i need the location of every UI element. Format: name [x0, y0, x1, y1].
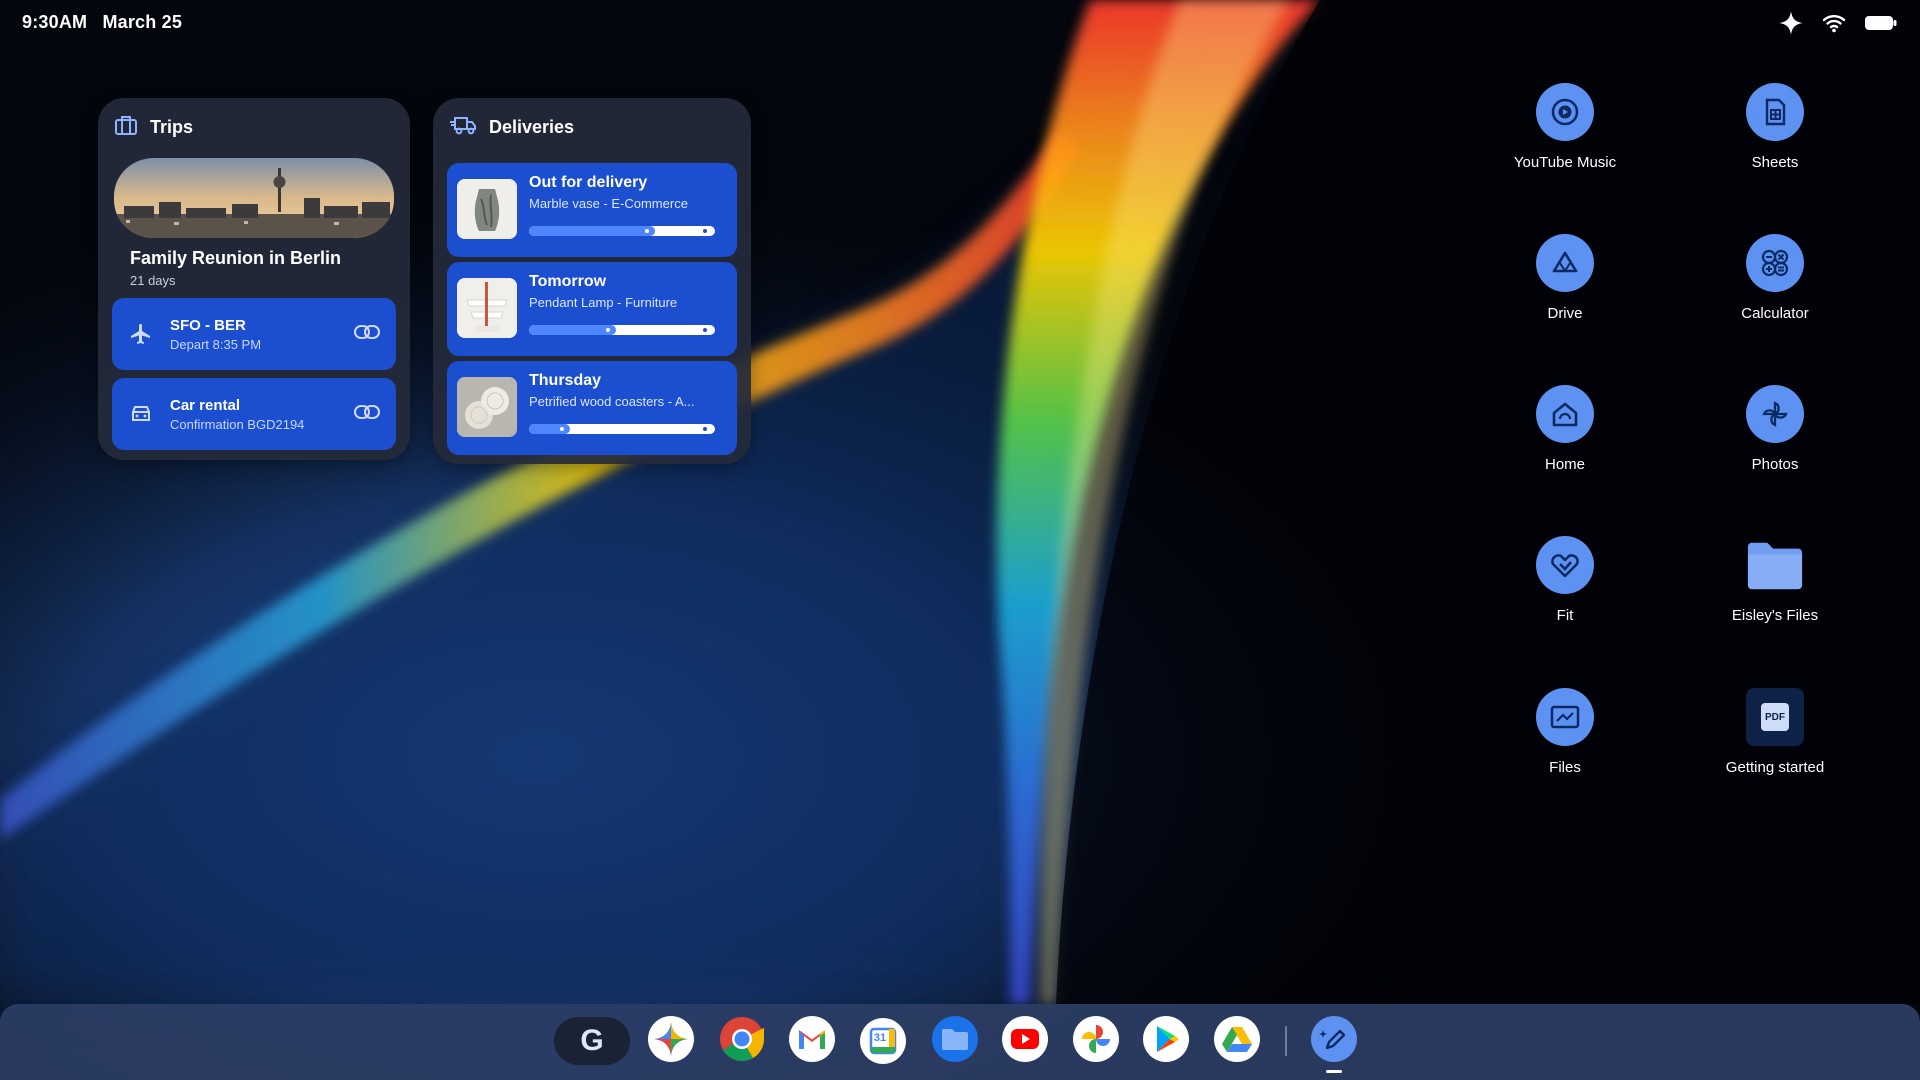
battery-icon	[1864, 13, 1898, 38]
gemini-icon	[648, 1015, 694, 1067]
airplane-icon	[128, 322, 154, 346]
dock-files[interactable]	[932, 1015, 978, 1067]
flight-departure: Depart 8:35 PM	[170, 336, 262, 352]
dock-play-store[interactable]	[1143, 1015, 1189, 1067]
sheets-icon	[1746, 83, 1804, 141]
dock-separator	[1285, 1026, 1287, 1056]
trip-countdown: 21 days	[130, 273, 176, 288]
delivery-status: Tomorrow	[529, 273, 607, 290]
delivery-progress	[529, 424, 715, 434]
car-rental-title: Car rental	[170, 396, 241, 414]
trips-header: Trips	[114, 114, 193, 141]
app-label: Calculator	[1741, 305, 1809, 322]
dock-gmail[interactable]	[789, 1015, 835, 1067]
status-tray[interactable]	[1778, 10, 1898, 41]
trip-title[interactable]: Family Reunion in Berlin	[130, 248, 341, 269]
dock-chrome[interactable]	[719, 1016, 765, 1067]
photos-icon	[1746, 385, 1804, 443]
gmail-icon	[789, 1015, 835, 1067]
flight-card[interactable]: SFO - BER Depart 8:35 PM	[112, 298, 396, 370]
app-label: Home	[1544, 456, 1585, 473]
chrome-icon	[719, 1016, 765, 1067]
dock-canvas[interactable]	[1311, 1015, 1357, 1067]
app-label: Photos	[1751, 456, 1799, 473]
trips-title: Trips	[150, 117, 194, 137]
app-getting-started[interactable]: PDF Getting started	[1705, 688, 1845, 777]
files-icon	[1536, 688, 1594, 746]
dock-calendar[interactable]: 31	[860, 1018, 906, 1064]
launcher-button[interactable]: G	[554, 1017, 630, 1065]
delivery-item-name: Marble vase - E-Commerce	[529, 196, 688, 211]
car-rental-confirmation: Confirmation BGD2194	[170, 416, 305, 432]
delivery-status: Out for delivery	[529, 174, 648, 191]
delivery-truck-icon	[449, 114, 477, 141]
wood-coasters-thumbnail	[457, 377, 517, 437]
trips-widget[interactable]: Trips Family Reunion in Berlin 21 days S…	[98, 98, 410, 460]
delivery-progress	[529, 226, 715, 236]
drive-icon	[1536, 234, 1594, 292]
youtube-music-icon	[1536, 83, 1594, 141]
app-eisleys-files[interactable]: Eisley's Files	[1705, 536, 1845, 625]
app-youtube-music[interactable]: YouTube Music	[1495, 83, 1635, 172]
app-photos[interactable]: Photos	[1705, 385, 1845, 474]
app-files[interactable]: Files	[1495, 688, 1635, 777]
app-fit[interactable]: Fit	[1495, 536, 1635, 625]
folder-icon	[1746, 536, 1804, 594]
wifi-icon	[1822, 13, 1846, 38]
app-label: YouTube Music	[1513, 154, 1617, 171]
dock-drive[interactable]	[1214, 1015, 1260, 1067]
car-rental-card[interactable]: Car rental Confirmation BGD2194	[112, 378, 396, 450]
app-drive[interactable]: Drive	[1495, 234, 1635, 323]
deliveries-widget[interactable]: Deliveries Out for delivery Marble vase …	[433, 98, 751, 464]
status-date: March 25	[102, 12, 183, 32]
delivery-item-name: Petrified wood coasters - A...	[529, 394, 695, 409]
dock-youtube[interactable]	[1002, 1015, 1048, 1067]
berlin-skyline-image[interactable]	[114, 158, 394, 238]
app-label: Sheets	[1751, 154, 1799, 171]
link-icon[interactable]	[354, 324, 380, 344]
status-bar-clock[interactable]: 9:30AM March 25	[22, 12, 192, 33]
home-icon	[1536, 385, 1594, 443]
marble-vase-thumbnail	[457, 179, 517, 239]
car-icon	[128, 403, 154, 425]
calendar-day: 31	[873, 1032, 887, 1044]
app-calculator[interactable]: Calculator	[1705, 234, 1845, 323]
pdf-badge: PDF	[1761, 703, 1789, 731]
delivery-item-name: Pendant Lamp - Furniture	[529, 295, 678, 310]
dock-photos[interactable]	[1073, 1015, 1119, 1067]
calendar-icon: 31	[860, 1018, 906, 1064]
play-store-icon	[1143, 1015, 1189, 1067]
delivery-item[interactable]: Tomorrow Pendant Lamp - Furniture	[447, 262, 737, 356]
app-home[interactable]: Home	[1495, 385, 1635, 474]
calculator-icon	[1746, 234, 1804, 292]
deliveries-title: Deliveries	[489, 117, 575, 137]
flight-route: SFO - BER	[170, 316, 246, 334]
dock-gemini[interactable]	[648, 1015, 694, 1067]
files-folder-icon	[932, 1015, 978, 1067]
app-label: Drive	[1547, 305, 1583, 322]
fit-icon	[1536, 536, 1594, 594]
status-time: 9:30AM	[22, 12, 88, 32]
link-icon[interactable]	[354, 404, 380, 424]
deliveries-header: Deliveries	[449, 114, 574, 141]
app-label: Eisley's Files	[1731, 607, 1819, 624]
google-drive-icon	[1214, 1015, 1260, 1067]
youtube-icon	[1002, 1015, 1048, 1067]
running-app-indicator	[1326, 1070, 1342, 1073]
delivery-progress	[529, 325, 715, 335]
delivery-status: Thursday	[529, 372, 602, 389]
app-label: Fit	[1556, 607, 1574, 624]
app-sheets[interactable]: Sheets	[1705, 83, 1845, 172]
pendant-lamp-thumbnail	[457, 278, 517, 338]
delivery-item[interactable]: Out for delivery Marble vase - E-Commerc…	[447, 163, 737, 257]
google-photos-icon	[1073, 1015, 1119, 1067]
delivery-item[interactable]: Thursday Petrified wood coasters - A...	[447, 361, 737, 455]
canvas-pen-icon	[1311, 1015, 1357, 1067]
app-label: Files	[1549, 759, 1581, 776]
app-label: Getting started	[1725, 759, 1825, 776]
google-g-icon: G	[580, 1024, 604, 1057]
pdf-icon: PDF	[1746, 688, 1804, 746]
suitcase-icon	[114, 114, 138, 141]
gemini-spark-icon[interactable]	[1778, 10, 1804, 41]
